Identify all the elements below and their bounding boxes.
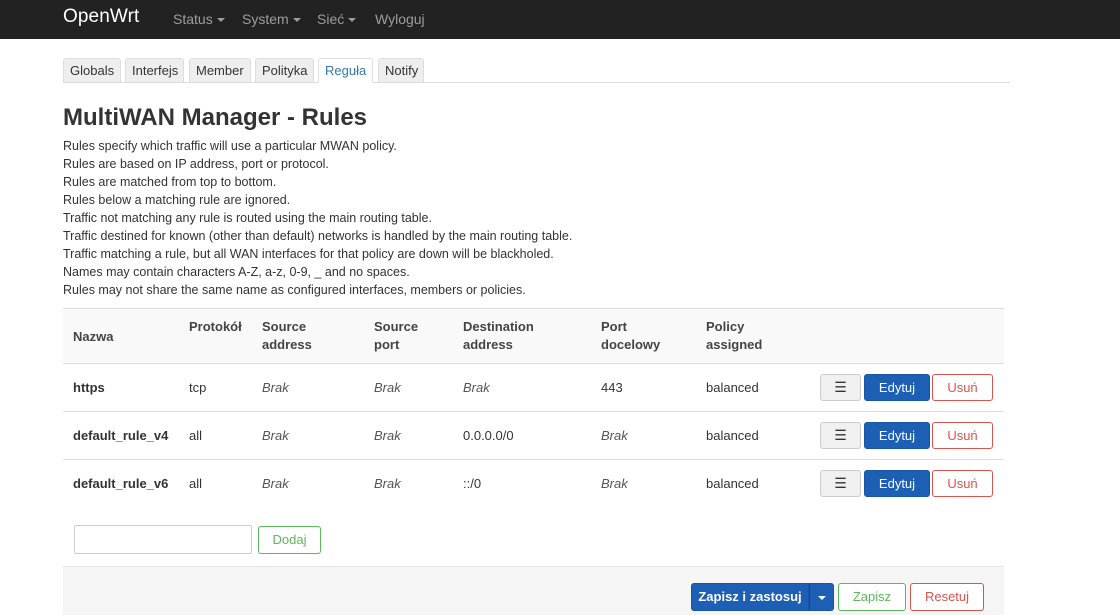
- description-line: Traffic destined for known (other than d…: [63, 229, 573, 243]
- column-header-destination-address: Destination address: [463, 318, 534, 354]
- brand-logo[interactable]: OpenWrt: [63, 6, 139, 28]
- rule-destination-port: Brak: [601, 476, 628, 491]
- rule-policy: balanced: [706, 428, 759, 443]
- rule-policy: balanced: [706, 476, 759, 491]
- rule-destination-address: ::/0: [463, 476, 482, 491]
- tab-interfaces[interactable]: Interfejs: [125, 58, 184, 83]
- nav-menu-logout-label: Wyloguj: [375, 11, 425, 27]
- column-header-source-port: Source port: [374, 318, 418, 354]
- rule-source-port: Brak: [374, 476, 401, 491]
- reset-button[interactable]: Resetuj: [910, 583, 984, 611]
- edit-button[interactable]: Edytuj: [864, 470, 930, 497]
- rule-policy: balanced: [706, 380, 759, 395]
- nav-menu-status[interactable]: Status: [173, 11, 225, 27]
- column-header-line: address: [463, 337, 513, 352]
- rule-source-address: Brak: [262, 380, 289, 395]
- description-line: Traffic matching a rule, but all WAN int…: [63, 247, 554, 261]
- rule-source-port: Brak: [374, 428, 401, 443]
- column-header-line: address: [262, 337, 312, 352]
- rule-name: default_rule_v4: [73, 428, 169, 443]
- description-line: Rules may not share the same name as con…: [63, 283, 526, 297]
- nav-menu-system[interactable]: System: [242, 11, 301, 27]
- column-header-line: Source: [262, 319, 307, 334]
- page-title: MultiWAN Manager - Rules: [63, 104, 368, 131]
- rule-destination-port: 443: [601, 380, 623, 395]
- column-header-destination-port: Port docelowy: [601, 318, 660, 354]
- drag-sort-button[interactable]: ☰: [820, 374, 861, 401]
- column-header-name: Nazwa: [73, 329, 114, 344]
- save-and-apply-button[interactable]: Zapisz i zastosuj: [691, 583, 809, 611]
- top-navbar: OpenWrt Status System Sieć Wyloguj: [0, 0, 1120, 39]
- rule-destination-port: Brak: [601, 428, 628, 443]
- delete-button[interactable]: Usuń: [932, 422, 993, 449]
- column-header-source-address: Source address: [262, 318, 312, 354]
- column-header-line: Destination: [463, 319, 534, 334]
- table-row-https: https tcp Brak Brak Brak 443 balanced ☰ …: [63, 364, 1004, 412]
- drag-sort-button[interactable]: ☰: [820, 470, 861, 497]
- rule-destination-address: 0.0.0.0/0: [463, 428, 514, 443]
- rule-source-port: Brak: [374, 380, 401, 395]
- rule-destination-address: Brak: [463, 380, 490, 395]
- description-line: Rules specify which traffic will use a p…: [63, 139, 397, 153]
- description-line: Rules are based on IP address, port or p…: [63, 157, 329, 171]
- rule-protocol: all: [189, 428, 203, 443]
- drag-sort-button[interactable]: ☰: [820, 422, 861, 449]
- page-description: Rules specify which traffic will use a p…: [63, 137, 1003, 299]
- nav-menu-status-label: Status: [173, 11, 213, 27]
- column-header-line: Port: [601, 319, 627, 334]
- description-line: Names may contain characters A-Z, a-z, 0…: [63, 265, 410, 279]
- description-line: Rules are matched from top to bottom.: [63, 175, 277, 189]
- rule-protocol: all: [189, 476, 203, 491]
- rule-protocol: tcp: [189, 380, 207, 395]
- tab-policies[interactable]: Polityka: [255, 58, 314, 83]
- delete-button[interactable]: Usuń: [932, 374, 993, 401]
- caret-down-icon: [292, 18, 301, 22]
- save-button[interactable]: Zapisz: [838, 583, 906, 611]
- column-header-policy-assigned: Policy assigned: [706, 318, 762, 354]
- description-line: Traffic not matching any rule is routed …: [63, 211, 432, 225]
- description-line: Rules below a matching rule are ignored.: [63, 193, 291, 207]
- new-rule-name-input[interactable]: [74, 525, 252, 554]
- save-apply-dropdown-toggle[interactable]: [809, 583, 834, 611]
- caret-down-icon: [818, 596, 826, 600]
- delete-button[interactable]: Usuń: [932, 470, 993, 497]
- rule-source-address: Brak: [262, 476, 289, 491]
- edit-button[interactable]: Edytuj: [864, 374, 930, 401]
- rule-source-address: Brak: [262, 428, 289, 443]
- column-header-line: docelowy: [601, 337, 661, 352]
- rule-name: https: [73, 380, 105, 395]
- nav-menu-system-label: System: [242, 11, 289, 27]
- caret-down-icon: [348, 18, 357, 22]
- tab-rules[interactable]: Reguła: [318, 58, 373, 83]
- add-rule-button[interactable]: Dodaj: [258, 526, 321, 554]
- caret-down-icon: [216, 18, 225, 22]
- tab-notify[interactable]: Notify: [378, 58, 424, 83]
- tab-globals[interactable]: Globals: [63, 58, 121, 83]
- column-header-line: port: [374, 337, 400, 352]
- column-header-line: Policy: [706, 319, 745, 334]
- tab-members[interactable]: Member: [189, 58, 251, 83]
- rule-name: default_rule_v6: [73, 476, 169, 491]
- nav-menu-logout[interactable]: Wyloguj: [375, 11, 425, 27]
- edit-button[interactable]: Edytuj: [864, 422, 930, 449]
- column-header-protocol: Protokół: [189, 319, 242, 334]
- table-row-default-rule-v4: default_rule_v4 all Brak Brak 0.0.0.0/0 …: [63, 412, 1004, 460]
- nav-menu-network-label: Sieć: [317, 11, 345, 27]
- nav-menu-network[interactable]: Sieć: [317, 11, 357, 27]
- column-header-line: assigned: [706, 337, 763, 352]
- column-header-line: Source: [374, 319, 419, 334]
- rules-table-header: Nazwa Protokół Source address Source por…: [63, 308, 1004, 364]
- table-row-default-rule-v6: default_rule_v6 all Brak Brak ::/0 Brak …: [63, 460, 1004, 508]
